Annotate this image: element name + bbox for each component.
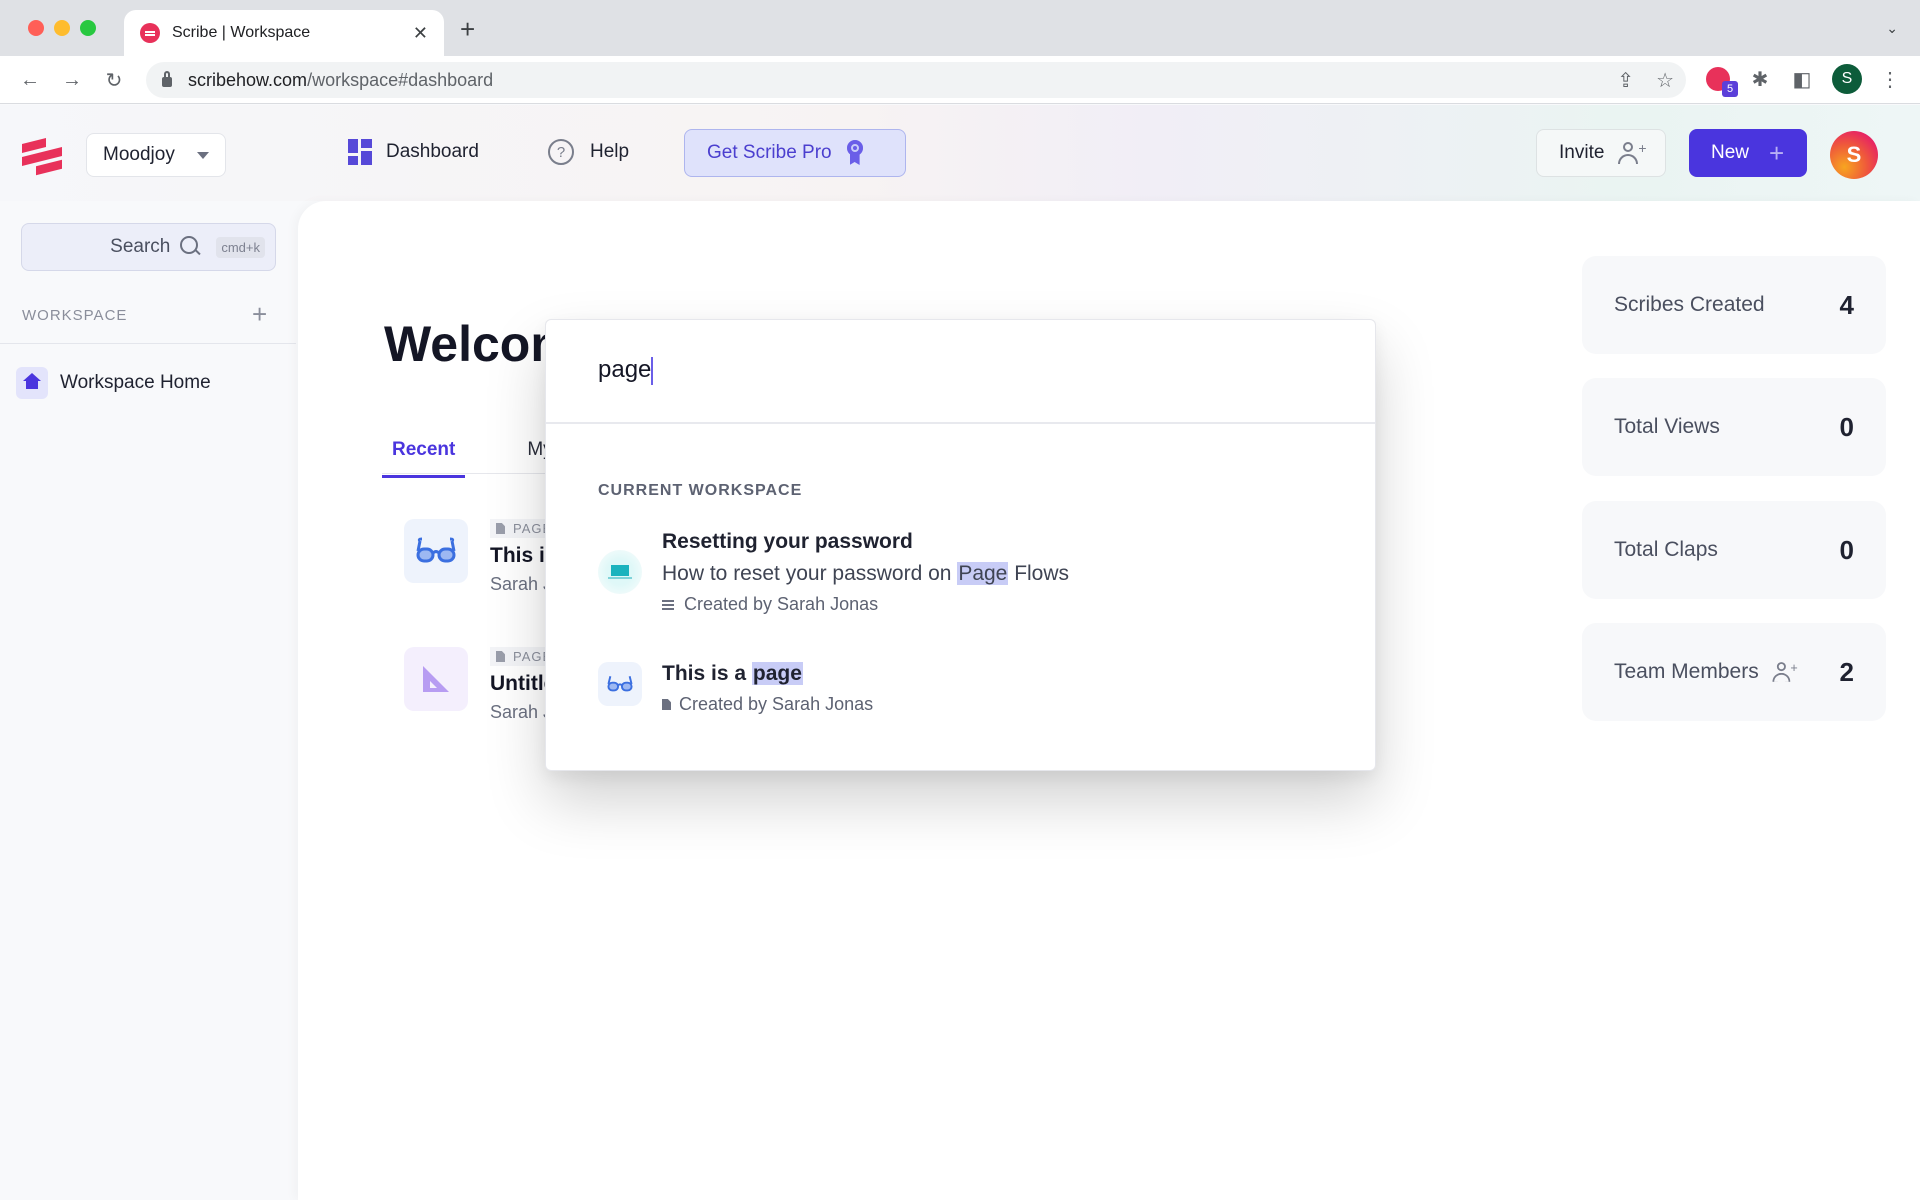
search-modal-input[interactable]: page	[598, 356, 1318, 385]
new-label: New	[1711, 142, 1750, 163]
browser-menu-icon[interactable]: ⋮	[1880, 67, 1900, 92]
workspace-name: Moodjoy	[103, 144, 175, 165]
stat-card-scribes-created: Scribes Created 4	[1582, 256, 1886, 354]
tab-close-icon[interactable]: ✕	[413, 23, 428, 44]
new-tab-button[interactable]: +	[460, 16, 475, 42]
stat-label: Total Views	[1614, 415, 1720, 438]
match-highlight: page	[751, 662, 803, 685]
maximize-window-button[interactable]	[80, 20, 96, 36]
nav-dashboard[interactable]: Dashboard	[348, 139, 479, 165]
award-ribbon-icon	[846, 140, 864, 166]
scribe-logo-icon[interactable]	[20, 135, 64, 176]
stat-label: Team Members +	[1614, 660, 1798, 683]
sidebar-divider	[0, 343, 296, 344]
nav-help-label: Help	[590, 141, 630, 162]
side-panel-icon[interactable]: ◧	[1790, 67, 1814, 92]
stat-value: 0	[1839, 534, 1854, 565]
stat-value: 2	[1839, 656, 1854, 687]
share-icon[interactable]: ⇪	[1617, 68, 1634, 93]
dashboard-grid-icon	[348, 139, 372, 165]
bookmark-star-icon[interactable]: ☆	[1656, 68, 1674, 93]
scribe-extension-icon[interactable]: 5	[1706, 67, 1738, 97]
search-label: Search	[110, 236, 171, 257]
browser-profile-avatar[interactable]: S	[1832, 64, 1862, 94]
sidebar-search-button[interactable]: Search cmd+k	[21, 223, 276, 271]
forward-arrow-icon[interactable]: →	[58, 66, 86, 94]
app-header: Moodjoy Dashboard ? Help Get Scribe Pro …	[0, 105, 1920, 201]
nav-dashboard-label: Dashboard	[386, 141, 479, 162]
stat-card-total-claps: Total Claps 0	[1582, 501, 1886, 599]
caret-down-icon	[197, 151, 209, 159]
text-lines-icon	[662, 599, 674, 610]
glasses-icon	[598, 662, 642, 706]
stat-value: 4	[1839, 289, 1854, 320]
home-icon	[16, 367, 48, 399]
search-result-item[interactable]: Resetting your password How to reset you…	[598, 530, 1069, 615]
lock-icon	[162, 71, 172, 87]
browser-tab-strip: Scribe | Workspace ✕ + ⌄	[0, 0, 1920, 56]
user-plus-icon: +	[1618, 140, 1647, 164]
text-cursor	[651, 356, 654, 385]
result-title: Resetting your password	[662, 530, 913, 553]
sidebar-item-workspace-home[interactable]: Workspace Home	[16, 367, 211, 399]
help-circle-icon: ?	[548, 139, 574, 165]
invite-label: Invite	[1559, 142, 1605, 163]
stat-label: Total Claps	[1614, 538, 1718, 561]
new-button[interactable]: New +	[1689, 129, 1807, 177]
stat-card-total-views: Total Views 0	[1582, 378, 1886, 476]
glasses-icon	[404, 519, 468, 583]
address-bar[interactable]: scribehow.com/workspace#dashboard ⇪ ☆	[146, 62, 1686, 98]
minimize-window-button[interactable]	[54, 20, 70, 36]
laptop-icon	[598, 550, 642, 594]
extensions-puzzle-icon[interactable]: ✱	[1748, 67, 1772, 92]
scribe-favicon-icon	[140, 23, 160, 43]
result-description: How to reset your password on Page Flows	[662, 562, 1070, 585]
results-section-label: CURRENT WORKSPACE	[598, 482, 803, 499]
result-title: This is a page	[662, 662, 803, 685]
url-path: /workspace#dashboard	[307, 69, 494, 90]
back-arrow-icon[interactable]: ←	[16, 66, 44, 94]
nav-help[interactable]: ? Help	[548, 139, 629, 165]
sidebar: Search cmd+k WORKSPACE + Workspace Home	[0, 201, 296, 1200]
tab-search-chevron-icon[interactable]: ⌄	[1886, 20, 1898, 37]
user-avatar[interactable]: S	[1830, 131, 1878, 179]
reload-icon[interactable]: ↻	[100, 66, 128, 94]
browser-toolbar: ← → ↻ scribehow.com/workspace#dashboard …	[0, 56, 1920, 104]
result-meta: Created by Sarah Jonas	[662, 594, 1069, 615]
user-plus-icon[interactable]: +	[1772, 660, 1797, 682]
file-icon	[496, 523, 505, 534]
triangle-ruler-icon	[404, 647, 468, 711]
get-scribe-pro-label: Get Scribe Pro	[707, 142, 832, 163]
match-highlight: Page	[957, 562, 1009, 585]
modal-divider	[546, 422, 1375, 424]
result-meta: Created by Sarah Jonas	[662, 694, 873, 715]
url-host: scribehow.com	[188, 69, 308, 90]
plus-icon: +	[1769, 138, 1785, 168]
search-icon	[180, 236, 202, 258]
add-workspace-item-button[interactable]: +	[252, 301, 267, 327]
stat-value: 0	[1839, 411, 1854, 442]
invite-button[interactable]: Invite +	[1536, 129, 1666, 177]
search-result-item[interactable]: This is a page Created by Sarah Jonas	[598, 662, 873, 715]
close-window-button[interactable]	[28, 20, 44, 36]
get-scribe-pro-button[interactable]: Get Scribe Pro	[684, 129, 906, 177]
search-modal: page CURRENT WORKSPACE Resetting your pa…	[545, 319, 1376, 771]
extension-badge: 5	[1722, 81, 1738, 97]
stat-card-team-members[interactable]: Team Members + 2	[1582, 623, 1886, 721]
workspace-switcher[interactable]: Moodjoy	[86, 133, 226, 177]
tab-title: Scribe | Workspace	[172, 24, 311, 41]
stat-label: Scribes Created	[1614, 293, 1765, 316]
file-icon	[496, 651, 505, 662]
browser-tab-active[interactable]: Scribe | Workspace ✕	[124, 10, 444, 56]
workspace-section-label: WORKSPACE	[22, 307, 128, 324]
search-shortcut-hint: cmd+k	[216, 236, 265, 258]
sidebar-item-label: Workspace Home	[60, 372, 211, 393]
file-icon	[662, 699, 671, 710]
